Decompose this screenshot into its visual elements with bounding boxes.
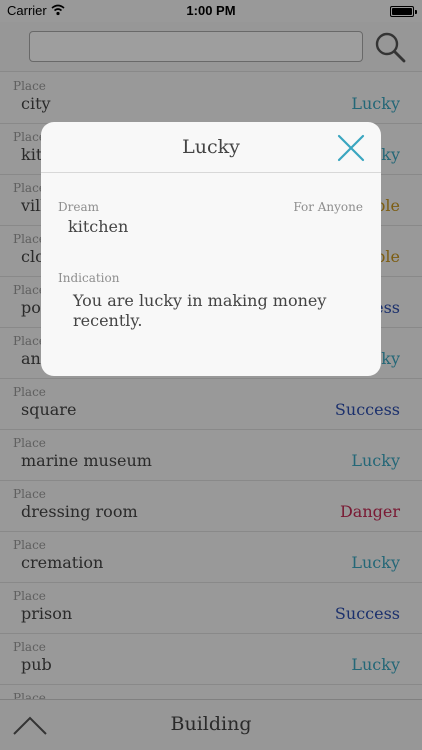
audience-label: For Anyone [293, 200, 363, 214]
modal-header: Lucky [41, 122, 381, 173]
close-icon[interactable] [335, 132, 367, 164]
indication-label: Indication [58, 271, 120, 285]
indication-value: You are lucky in making money recently. [73, 291, 327, 330]
dream-detail-modal: Lucky Dream For Anyone kitchen Indicatio… [41, 122, 381, 376]
modal-title: Lucky [182, 136, 240, 158]
dream-value: kitchen [68, 217, 129, 236]
dream-label: Dream [58, 200, 99, 214]
